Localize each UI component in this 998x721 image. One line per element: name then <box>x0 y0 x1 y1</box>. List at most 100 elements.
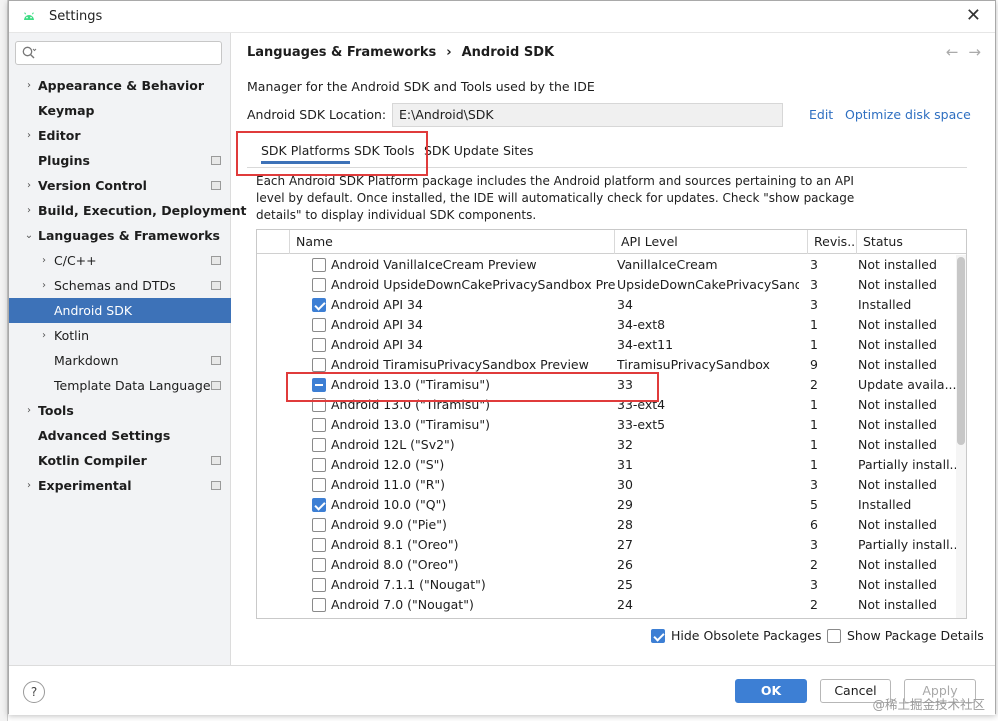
show-details-label[interactable]: Show Package Details <box>847 628 984 643</box>
column-header-revision[interactable]: Revis... <box>807 230 856 254</box>
chevron-right-icon[interactable]: › <box>23 473 35 498</box>
row-revision: 6 <box>810 517 818 532</box>
table-row[interactable]: Android API 34 34-ext8 1 Not installed <box>257 315 957 335</box>
sidebar-item-label: Plugins <box>38 153 90 168</box>
row-status: Not installed <box>858 517 937 532</box>
row-status: Installed <box>858 297 912 312</box>
column-header-name[interactable]: Name <box>289 230 614 254</box>
search-input[interactable] <box>40 44 215 62</box>
row-checkbox[interactable] <box>312 558 326 572</box>
row-checkbox[interactable] <box>312 518 326 532</box>
column-header-status[interactable]: Status <box>856 230 966 254</box>
chevron-right-icon[interactable]: › <box>23 173 35 198</box>
sidebar-item-kotlin[interactable]: › Kotlin <box>9 323 231 348</box>
sidebar-item-kotlin-compiler[interactable]: Kotlin Compiler <box>9 448 231 473</box>
row-checkbox[interactable] <box>312 438 326 452</box>
table-row[interactable]: Android 8.1 ("Oreo") 27 3 Partially install… <box>257 535 957 555</box>
chevron-right-icon[interactable]: › <box>23 123 35 148</box>
row-name: Android API 34 <box>331 297 423 312</box>
sidebar-item-label: Template Data Languages <box>54 378 218 393</box>
annotation-box-android-13 <box>286 372 659 402</box>
sidebar-item-schemas-dtds[interactable]: › Schemas and DTDs <box>9 273 231 298</box>
row-checkbox[interactable] <box>312 538 326 552</box>
sidebar-item-editor[interactable]: › Editor <box>9 123 231 148</box>
help-icon[interactable]: ? <box>23 681 45 703</box>
table-row[interactable]: Android 13.0 ("Tiramisu") 33-ext5 1 Not ins… <box>257 415 957 435</box>
project-settings-icon <box>211 256 221 265</box>
table-row[interactable]: Android 12L ("Sv2") 32 1 Not installed <box>257 435 957 455</box>
table-row[interactable]: Android 7.0 ("Nougat") 24 2 Not installed <box>257 595 957 615</box>
hide-obsolete-label[interactable]: Hide Obsolete Packages <box>671 628 821 643</box>
edit-link[interactable]: Edit <box>809 107 833 122</box>
row-checkbox[interactable] <box>312 458 326 472</box>
sdk-platforms-table: Name API Level Revis... Status Android V… <box>256 229 967 619</box>
row-checkbox[interactable] <box>312 298 326 312</box>
chevron-right-icon[interactable]: › <box>23 198 35 223</box>
chevron-right-icon[interactable]: › <box>23 73 35 98</box>
row-revision: 3 <box>810 257 818 272</box>
table-row[interactable]: Android VanillaIceCream Preview VanillaIc… <box>257 255 957 275</box>
row-name: Android UpsideDownCakePrivacySandbox Pre… <box>331 277 615 292</box>
sidebar-item-version-control[interactable]: › Version Control <box>9 173 231 198</box>
row-name: Android 12.0 ("S") <box>331 457 445 472</box>
sidebar-item-template-data-languages[interactable]: Template Data Languages <box>9 373 231 398</box>
table-row[interactable]: Android 11.0 ("R") 30 3 Not installed <box>257 475 957 495</box>
chevron-right-icon[interactable]: › <box>23 398 35 423</box>
row-checkbox[interactable] <box>312 418 326 432</box>
chevron-right-icon[interactable]: › <box>38 273 50 298</box>
row-status: Update availa... <box>858 377 956 392</box>
row-name: Android VanillaIceCream Preview <box>331 257 537 272</box>
row-checkbox[interactable] <box>312 598 326 612</box>
sidebar-item-keymap[interactable]: Keymap <box>9 98 231 123</box>
column-header-api-level[interactable]: API Level <box>614 230 807 254</box>
row-checkbox[interactable] <box>312 338 326 352</box>
row-checkbox[interactable] <box>312 278 326 292</box>
row-name: Android 8.1 ("Oreo") <box>331 537 459 552</box>
row-checkbox[interactable] <box>312 478 326 492</box>
row-checkbox[interactable] <box>312 358 326 372</box>
table-row[interactable]: Android API 34 34-ext11 1 Not installed <box>257 335 957 355</box>
row-checkbox[interactable] <box>312 318 326 332</box>
sidebar-item-tools[interactable]: › Tools <box>9 398 231 423</box>
sidebar-item-markdown[interactable]: Markdown <box>9 348 231 373</box>
sidebar-item-plugins[interactable]: Plugins <box>9 148 231 173</box>
back-arrow-icon[interactable]: ← <box>946 43 959 61</box>
row-checkbox[interactable] <box>312 258 326 272</box>
settings-search[interactable] <box>15 41 222 65</box>
close-icon[interactable]: ✕ <box>966 6 981 26</box>
table-row[interactable]: Android 12.0 ("S") 31 1 Partially install..… <box>257 455 957 475</box>
ok-button[interactable]: OK <box>735 679 807 703</box>
tab-sdk-update-sites[interactable]: SDK Update Sites <box>424 143 534 158</box>
breadcrumb-parent[interactable]: Languages & Frameworks <box>247 45 436 60</box>
row-checkbox[interactable] <box>312 498 326 512</box>
table-row[interactable]: Android 7.1.1 ("Nougat") 25 3 Not installed <box>257 575 957 595</box>
table-row[interactable]: Android 10.0 ("Q") 29 5 Installed <box>257 495 957 515</box>
chevron-right-icon[interactable]: › <box>38 323 50 348</box>
sidebar-item-experimental[interactable]: › Experimental <box>9 473 231 498</box>
show-details-checkbox[interactable] <box>827 629 841 643</box>
sdk-location-field[interactable]: E:\Android\SDK <box>392 103 783 127</box>
row-revision: 3 <box>810 477 818 492</box>
scrollbar-thumb[interactable] <box>957 257 965 445</box>
sidebar-item-android-sdk[interactable]: Android SDK <box>9 298 231 323</box>
sidebar-item-appearance-behavior[interactable]: › Appearance & Behavior <box>9 73 231 98</box>
sidebar-item-label: Kotlin <box>54 328 89 343</box>
sidebar-item-languages-frameworks[interactable]: ⌄ Languages & Frameworks <box>9 223 231 248</box>
sidebar-item-c-cpp[interactable]: › C/C++ <box>9 248 231 273</box>
sidebar-item-build-execution-deployment[interactable]: › Build, Execution, Deployment <box>9 198 246 223</box>
forward-arrow-icon[interactable]: → <box>968 43 981 61</box>
row-checkbox[interactable] <box>312 578 326 592</box>
optimize-disk-space-link[interactable]: Optimize disk space <box>845 107 971 122</box>
table-row[interactable]: Android UpsideDownCakePrivacySandbox Pre… <box>257 275 957 295</box>
row-status: Not installed <box>858 477 937 492</box>
chevron-right-icon[interactable]: › <box>38 248 50 273</box>
table-row[interactable]: Android 9.0 ("Pie") 28 6 Not installed <box>257 515 957 535</box>
sidebar-item-advanced-settings[interactable]: Advanced Settings <box>9 423 231 448</box>
hide-obsolete-checkbox[interactable] <box>651 629 665 643</box>
table-scrollbar[interactable] <box>956 255 966 618</box>
chevron-down-icon[interactable]: ⌄ <box>23 223 35 248</box>
table-row[interactable]: Android 8.0 ("Oreo") 26 2 Not installed <box>257 555 957 575</box>
row-status: Not installed <box>858 337 937 352</box>
table-row[interactable]: Android API 34 34 3 Installed <box>257 295 957 315</box>
sidebar-item-label: Android SDK <box>54 303 133 318</box>
